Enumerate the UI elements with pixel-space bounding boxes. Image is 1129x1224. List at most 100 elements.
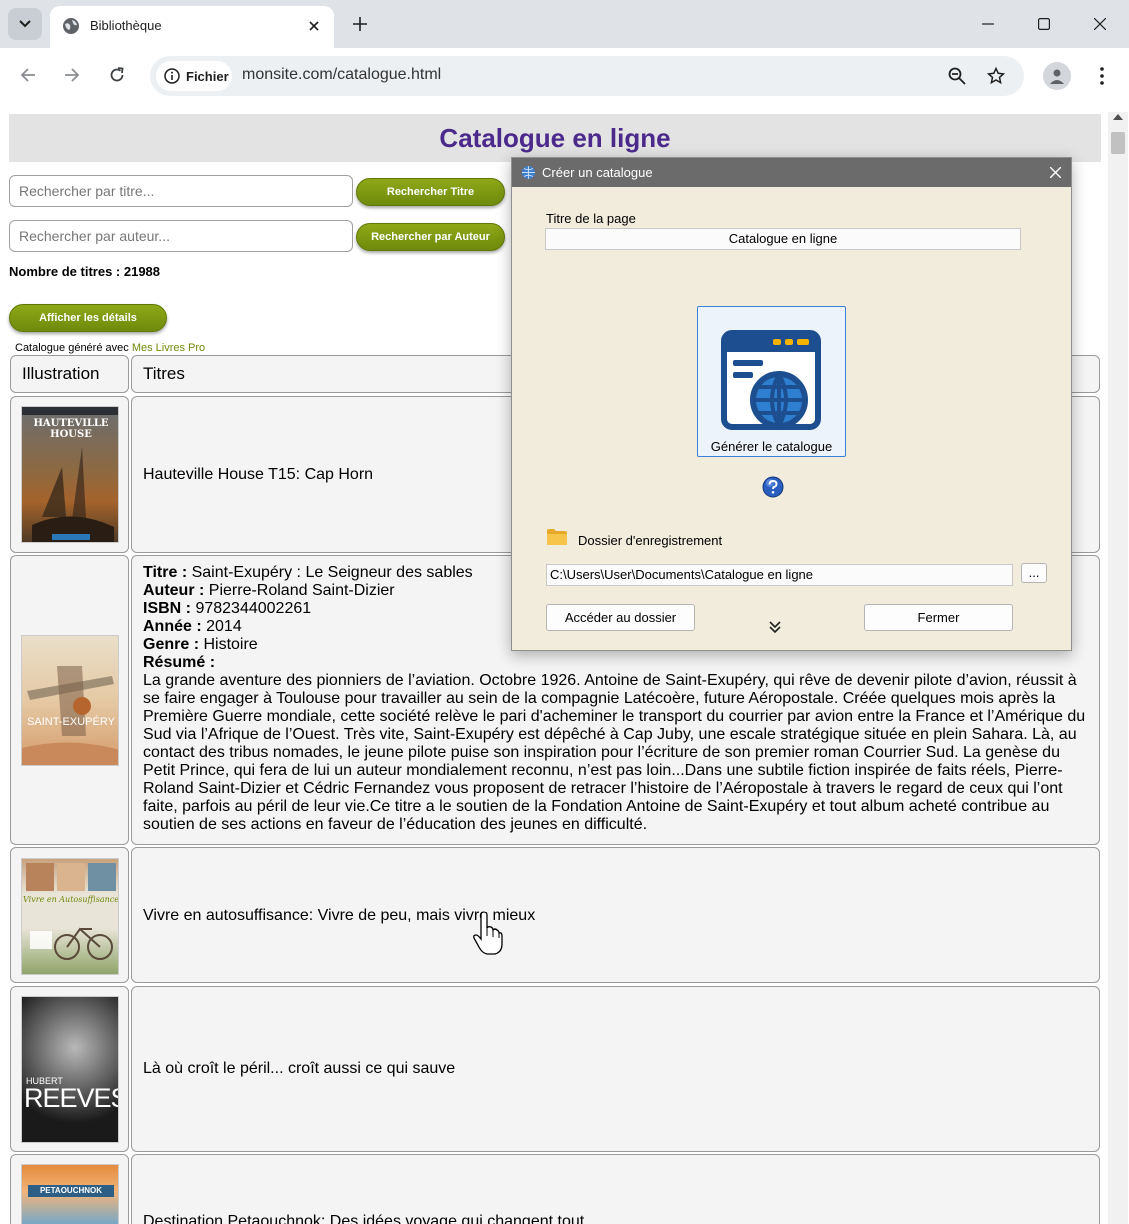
page-title-label: Titre de la page	[546, 211, 636, 226]
detail-summary-label-line: Résumé :	[143, 654, 1089, 672]
maximize-icon	[1038, 18, 1050, 30]
hand-cursor-icon	[473, 912, 503, 955]
browser-menu-button[interactable]	[1088, 62, 1116, 90]
site-chip-label: Fichier	[186, 68, 229, 84]
site-info-chip[interactable]: Fichier	[156, 61, 232, 91]
table-row-title[interactable]: Vivre en autosuffisance: Vivre de peu, m…	[131, 847, 1100, 983]
table-row-title[interactable]: Destination Petaouchnok: Des idées voyag…	[131, 1154, 1100, 1224]
detail-title-label: Titre :	[143, 564, 188, 581]
detail-summary-label: Résumé :	[143, 654, 216, 671]
open-folder-button[interactable]: Accéder au dossier	[546, 604, 695, 631]
tab-strip: Bibliothèque	[0, 0, 1129, 48]
mes-livres-pro-link[interactable]: Mes Livres Pro	[132, 342, 205, 354]
url-text: monsite.com/catalogue.html	[242, 66, 442, 83]
column-header-illustration: Illustration	[10, 355, 129, 393]
close-icon	[1049, 166, 1061, 178]
page-header: Catalogue en ligne	[9, 114, 1101, 162]
tab-title: Bibliothèque	[90, 18, 162, 33]
dialog-close-button[interactable]	[1045, 162, 1065, 182]
help-icon[interactable]	[762, 476, 784, 498]
table-row-illustration: HUBERT REEVES	[10, 986, 129, 1152]
table-row-illustration: SAINT-EXUPÉRY	[10, 555, 129, 845]
detail-genre-value: Histoire	[203, 636, 258, 653]
double-chevron-down-icon[interactable]	[768, 620, 782, 634]
book-cover-image[interactable]: Vivre en Autosuffisance	[21, 858, 119, 975]
save-folder-label: Dossier d'enregistrement	[578, 533, 723, 548]
star-icon	[987, 67, 1005, 85]
profile-button[interactable]	[1043, 62, 1071, 90]
save-folder-path-field[interactable]: C:\Users\User\Documents\Catalogue en lig…	[546, 564, 1013, 586]
cover-author-last: REEVES	[24, 1083, 119, 1113]
detail-year-label: Année :	[143, 618, 202, 635]
web-page-globe-icon	[721, 330, 821, 430]
page-title-field[interactable]: Catalogue en ligne	[545, 228, 1021, 250]
search-title-button[interactable]: Rechercher Titre	[356, 178, 505, 206]
more-vert-icon	[1100, 67, 1104, 85]
new-tab-button[interactable]	[346, 10, 374, 38]
search-title-input[interactable]	[9, 175, 353, 207]
person-icon	[1050, 69, 1064, 84]
book-cover-image[interactable]: PETAOUCHNOK	[21, 1164, 119, 1224]
search-author-input[interactable]	[9, 220, 353, 252]
browser-toolbar: Fichier monsite.com/catalogue.html	[0, 48, 1129, 104]
table-row-title[interactable]: Là où croît le péril... croît aussi ce q…	[131, 986, 1100, 1152]
zoom-out-icon	[948, 67, 966, 85]
detail-author-value: Pierre-Roland Saint-Dizier	[208, 582, 395, 599]
browser-tab[interactable]: Bibliothèque	[50, 6, 334, 48]
cover-title: HAUTEVILLE HOUSE	[33, 418, 109, 440]
detail-author-label: Auteur :	[143, 582, 205, 599]
zoom-button[interactable]	[944, 63, 970, 89]
reload-button[interactable]	[100, 58, 134, 92]
title-count: Nombre de titres : 21988	[9, 264, 161, 279]
chevron-down-icon	[19, 20, 31, 28]
dialog-title: Créer un catalogue	[542, 165, 653, 180]
book-cover-image[interactable]: HUBERT REEVES	[21, 996, 119, 1143]
address-bar[interactable]: Fichier monsite.com/catalogue.html	[150, 56, 1024, 96]
close-dialog-button[interactable]: Fermer	[864, 604, 1013, 631]
back-button[interactable]	[11, 58, 45, 92]
generate-catalog-label: Générer le catalogue	[710, 439, 833, 454]
forward-button[interactable]	[55, 58, 89, 92]
cover-title: PETAOUCHNOK	[28, 1185, 114, 1197]
arrow-right-icon	[65, 68, 80, 82]
create-catalog-dialog: Créer un catalogue Titre de la page Cata…	[511, 157, 1072, 651]
reload-icon	[110, 67, 124, 82]
detail-summary: La grande aventure des pionniers de l’av…	[143, 672, 1086, 833]
book-cover-image[interactable]: SAINT-EXUPÉRY	[21, 635, 119, 766]
minimize-button[interactable]	[960, 0, 1016, 48]
plus-icon	[353, 17, 367, 31]
page-scrollbar[interactable]	[1108, 112, 1128, 1224]
bookmark-button[interactable]	[983, 63, 1009, 89]
generated-with-note: Catalogue généré avec Mes Livres Pro	[15, 342, 205, 354]
generate-catalog-button[interactable]: Générer le catalogue	[697, 306, 846, 457]
info-icon	[164, 68, 180, 84]
dialog-titlebar[interactable]: Créer un catalogue	[512, 158, 1071, 187]
close-icon	[1094, 18, 1106, 30]
cover-title: Vivre en Autosuffisance	[23, 895, 119, 904]
browse-folder-button[interactable]: ...	[1021, 563, 1047, 583]
table-row-illustration: HAUTEVILLE HOUSE	[10, 396, 129, 553]
tab-close-button[interactable]	[302, 14, 326, 38]
search-author-button[interactable]: Rechercher par Auteur	[356, 223, 505, 251]
page-title: Catalogue en ligne	[439, 123, 671, 153]
detail-title-value: Saint-Exupéry : Le Seigneur des sables	[191, 564, 473, 581]
book-cover-image[interactable]: HAUTEVILLE HOUSE	[21, 406, 119, 543]
detail-isbn-value: 9782344002261	[195, 600, 312, 617]
scroll-up-arrow-icon[interactable]	[1113, 114, 1123, 120]
folder-icon	[547, 529, 567, 545]
plane-illustration	[22, 666, 118, 765]
tab-search-button[interactable]	[8, 8, 42, 40]
book-title: Hauteville House T15: Cap Horn	[143, 466, 374, 483]
bicycle-illustration	[26, 863, 116, 960]
close-window-button[interactable]	[1072, 0, 1128, 48]
scroll-thumb[interactable]	[1111, 132, 1125, 154]
close-icon	[309, 21, 319, 31]
table-row-illustration: Vivre en Autosuffisance	[10, 847, 129, 983]
globe-icon	[522, 166, 535, 179]
globe-icon	[63, 18, 79, 34]
show-details-button[interactable]: Afficher les détails	[9, 304, 167, 332]
column-header-label: Titres	[143, 364, 185, 383]
maximize-button[interactable]	[1016, 0, 1072, 48]
book-title: Là où croît le péril... croît aussi ce q…	[143, 1060, 456, 1077]
detail-isbn-label: ISBN :	[143, 600, 191, 617]
